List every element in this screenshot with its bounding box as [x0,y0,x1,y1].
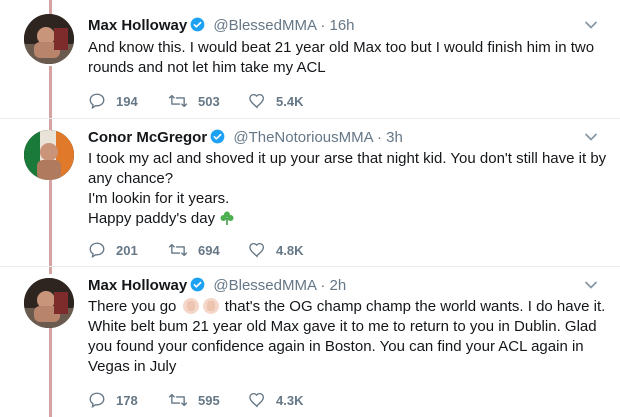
tweet-actions: 194 503 5.4K [88,91,488,111]
author-handle[interactable]: @BlessedMMA [213,277,316,294]
verified-badge-icon [190,277,205,292]
reply-button[interactable]: 178 [88,390,138,410]
retweet-count: 503 [198,93,220,109]
tweet-text-segment: that's the OG champ champ the world want… [224,298,606,315]
tweet-actions: 201 694 4.8K [88,240,488,260]
tweet-text-line: Happy paddy's day [88,209,608,229]
tweet-text-line: Vegas in July [88,358,177,375]
author-name[interactable]: Max Holloway [88,17,187,34]
tweet-text-line: And know this. I would beat 21 year old … [88,39,595,56]
shamrock-emoji-icon [220,211,234,225]
like-button[interactable]: 4.3K [248,390,303,410]
verified-badge-icon [210,129,225,144]
tweet-text: There you go that's the OG champ champ t… [88,297,608,377]
avatar[interactable] [24,278,74,328]
like-icon [249,392,265,408]
reply-icon [89,242,105,259]
tweet-text-line: I took my acl and shoved it up your arse… [88,150,607,167]
retweet-button[interactable]: 503 [168,91,220,111]
like-icon [249,242,265,258]
retweet-button[interactable]: 595 [168,390,220,410]
caret-down-icon[interactable] [584,18,598,32]
like-count: 4.8K [276,242,304,258]
retweet-icon [168,94,188,108]
tweet-text-line: rounds and not let him take my ACL [88,59,326,76]
clap-emoji-icon [182,298,199,314]
separator-dot: · [320,277,326,294]
tweet-text-segment: There you go [88,298,177,315]
author-name[interactable]: Conor McGregor [88,129,207,146]
retweet-count: 595 [198,392,220,408]
author-name[interactable]: Max Holloway [88,277,187,294]
tweet[interactable]: Conor McGregor @TheNotoriousMMA · 3h I t… [0,118,620,266]
like-button[interactable]: 4.8K [248,240,303,260]
timestamp[interactable]: 3h [386,129,403,146]
retweet-count: 694 [198,242,220,258]
reply-button[interactable]: 201 [88,240,138,260]
caret-down-icon[interactable] [584,278,598,292]
retweet-icon [168,393,188,407]
tweet-text: I took my acl and shoved it up your arse… [88,149,608,229]
timestamp[interactable]: 2h [329,277,346,294]
author-handle[interactable]: @TheNotoriousMMA [233,129,372,146]
reply-count: 194 [116,93,138,109]
avatar[interactable] [24,130,74,180]
reply-icon [89,93,105,110]
timestamp[interactable]: 16h [329,17,354,34]
tweet-text-segment: Happy paddy's day [88,210,216,227]
clap-emoji-icon [202,298,219,314]
reply-count: 178 [116,392,138,408]
retweet-button[interactable]: 694 [168,240,220,260]
tweet[interactable]: Max Holloway @BlessedMMA · 2h There you … [0,266,620,417]
like-icon [249,93,265,109]
author-handle[interactable]: @BlessedMMA [213,17,316,34]
tweet-text-line: There you go that's the OG champ champ t… [88,297,608,317]
verified-badge-icon [190,17,205,32]
like-count: 4.3K [276,392,304,408]
separator-dot: · [320,17,326,34]
reply-count: 201 [116,242,138,258]
retweet-icon [168,243,188,257]
tweet-text-line: any chance? [88,170,174,187]
tweet-text-line: White belt bum 21 year old Max gave it t… [88,318,597,335]
like-count: 5.4K [276,93,304,109]
reply-button[interactable]: 194 [88,91,138,111]
reply-icon [89,392,105,409]
tweet-text-line: I'm lookin for it years. [88,190,230,207]
caret-down-icon[interactable] [584,130,598,144]
avatar[interactable] [24,14,74,64]
tweet[interactable]: Max Holloway @BlessedMMA · 16h And know … [0,0,620,118]
tweet-actions: 178 595 4.3K [88,390,488,410]
like-button[interactable]: 5.4K [248,91,303,111]
separator-dot: · [376,129,382,146]
tweet-text: And know this. I would beat 21 year old … [88,38,608,78]
tweet-text-line: you found your confidence again in Bosto… [88,338,584,355]
